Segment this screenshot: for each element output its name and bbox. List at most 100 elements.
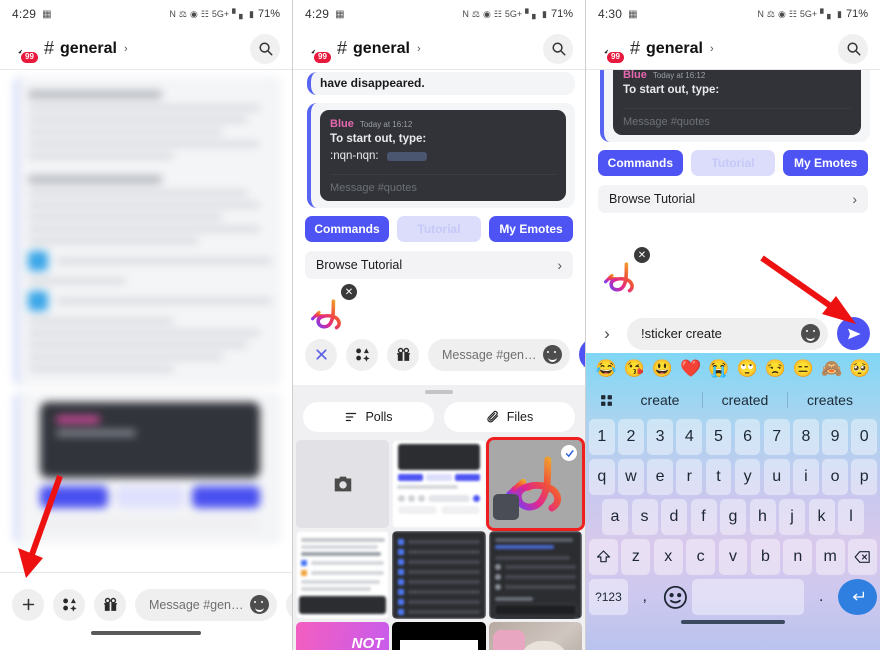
key-h[interactable]: h [749,499,776,535]
attached-sticker-preview[interactable]: ✕ [307,284,357,334]
suggestion-1[interactable]: create [618,392,702,408]
channel-name[interactable]: general [60,40,117,58]
add-attachment-button[interactable] [12,588,44,621]
key-u[interactable]: u [763,459,790,495]
emoji-icon[interactable] [249,595,269,614]
key-a[interactable]: a [602,499,628,535]
gift-button[interactable] [94,588,126,621]
key-x[interactable]: x [653,539,683,575]
emoji-item[interactable]: 🙈 [821,359,842,379]
key-i[interactable]: i [793,459,819,495]
emoji-icon[interactable] [801,324,820,343]
suggestion-2[interactable]: created [702,392,787,408]
key-7[interactable]: 7 [763,419,790,455]
comma-key[interactable]: , [631,579,658,615]
message-input[interactable]: Message #gen… [135,588,277,621]
key-2[interactable]: 2 [618,419,644,455]
emoji-item[interactable]: 😘 [624,359,645,379]
close-attachment-button[interactable] [305,338,337,371]
emoji-icon[interactable] [542,345,562,364]
media-tile[interactable] [392,531,486,619]
key-r[interactable]: r [676,459,703,495]
back-button[interactable]: ← 99 [303,34,333,65]
tutorial-button[interactable] [116,486,184,508]
media-tile[interactable] [392,440,486,528]
emoji-item[interactable]: 😭 [708,359,729,379]
key-e[interactable]: e [647,459,673,495]
back-button[interactable]: ← 99 [10,34,40,65]
message-input[interactable]: Message #gen… [428,338,570,371]
key-g[interactable]: g [720,499,746,535]
key-c[interactable]: c [686,539,716,575]
emoji-item[interactable]: 😑 [793,359,814,379]
emoji-item[interactable]: 😂 [596,359,617,379]
media-tile[interactable]: your battery percentage [392,622,486,650]
files-button[interactable]: Files [444,402,575,432]
period-key[interactable]: . [808,579,835,615]
emoji-key[interactable] [662,579,689,615]
key-8[interactable]: 8 [793,419,819,455]
key-b[interactable]: b [750,539,780,575]
browse-tutorial-row[interactable]: Browse Tutorial › [305,251,573,279]
emoji-item[interactable]: 😃 [652,359,673,379]
space-key[interactable] [691,579,805,615]
search-button[interactable] [250,33,280,64]
key-p[interactable]: p [851,459,878,495]
remove-attachment-button[interactable]: ✕ [341,284,357,300]
camera-tile[interactable] [296,440,390,528]
channel-name[interactable]: general [353,40,410,58]
sticker-button[interactable] [346,338,378,371]
key-o[interactable]: o [822,459,848,495]
suggestion-3[interactable]: creates [787,392,872,408]
key-f[interactable]: f [690,499,717,535]
emoji-item[interactable]: 🙄 [736,359,757,379]
chat-messages-blurred[interactable] [0,70,292,572]
media-tile[interactable] [296,531,390,619]
my-emotes-button[interactable] [192,486,260,508]
message-input[interactable]: !sticker create [627,317,828,350]
chat-messages[interactable]: Blue Today at 16:12 To start out, type: … [586,70,880,245]
commands-button[interactable] [40,486,108,508]
tutorial-button[interactable]: Tutorial [397,216,481,242]
send-button[interactable] [578,338,585,371]
back-button[interactable]: ← 99 [596,34,626,65]
media-tile-selected[interactable] [485,437,585,531]
browse-tutorial-row[interactable]: Browse Tutorial › [598,185,868,213]
key-6[interactable]: 6 [734,419,761,455]
emoji-item[interactable]: 🥺 [849,359,870,379]
media-tile[interactable] [488,531,582,619]
key-k[interactable]: k [808,499,835,535]
key-j[interactable]: j [779,499,805,535]
key-v[interactable]: v [718,539,748,575]
key-q[interactable]: q [588,459,615,495]
enter-key[interactable] [838,579,877,615]
send-button[interactable] [837,317,870,350]
search-button[interactable] [543,33,573,64]
media-tile[interactable]: NOTQUITE [296,622,390,650]
commands-button[interactable]: Commands [305,216,389,242]
key-0[interactable]: 0 [851,419,878,455]
key-z[interactable]: z [621,539,651,575]
media-tile[interactable] [488,622,582,650]
tutorial-button[interactable]: Tutorial [690,150,776,176]
my-emotes-button[interactable]: My Emotes [489,216,573,242]
key-3[interactable]: 3 [647,419,673,455]
shift-key[interactable] [589,539,618,575]
key-y[interactable]: y [734,459,761,495]
search-button[interactable] [838,33,868,64]
key-m[interactable]: m [815,539,845,575]
gift-button[interactable] [387,338,419,371]
key-d[interactable]: d [661,499,687,535]
browse-tutorial-row[interactable] [40,516,260,532]
key-l[interactable]: l [838,499,864,535]
key-1[interactable]: 1 [588,419,615,455]
polls-button[interactable]: Polls [303,402,434,432]
attached-sticker-preview[interactable]: ✕ [600,247,650,297]
remove-attachment-button[interactable]: ✕ [634,247,650,263]
key-n[interactable]: n [783,539,813,575]
expand-actions-button[interactable]: › [596,324,618,344]
backspace-key[interactable] [848,539,878,575]
keyboard-menu-icon[interactable] [594,388,618,412]
my-emotes-button[interactable]: My Emotes [783,150,869,176]
symbols-key[interactable]: ?123 [589,579,628,615]
